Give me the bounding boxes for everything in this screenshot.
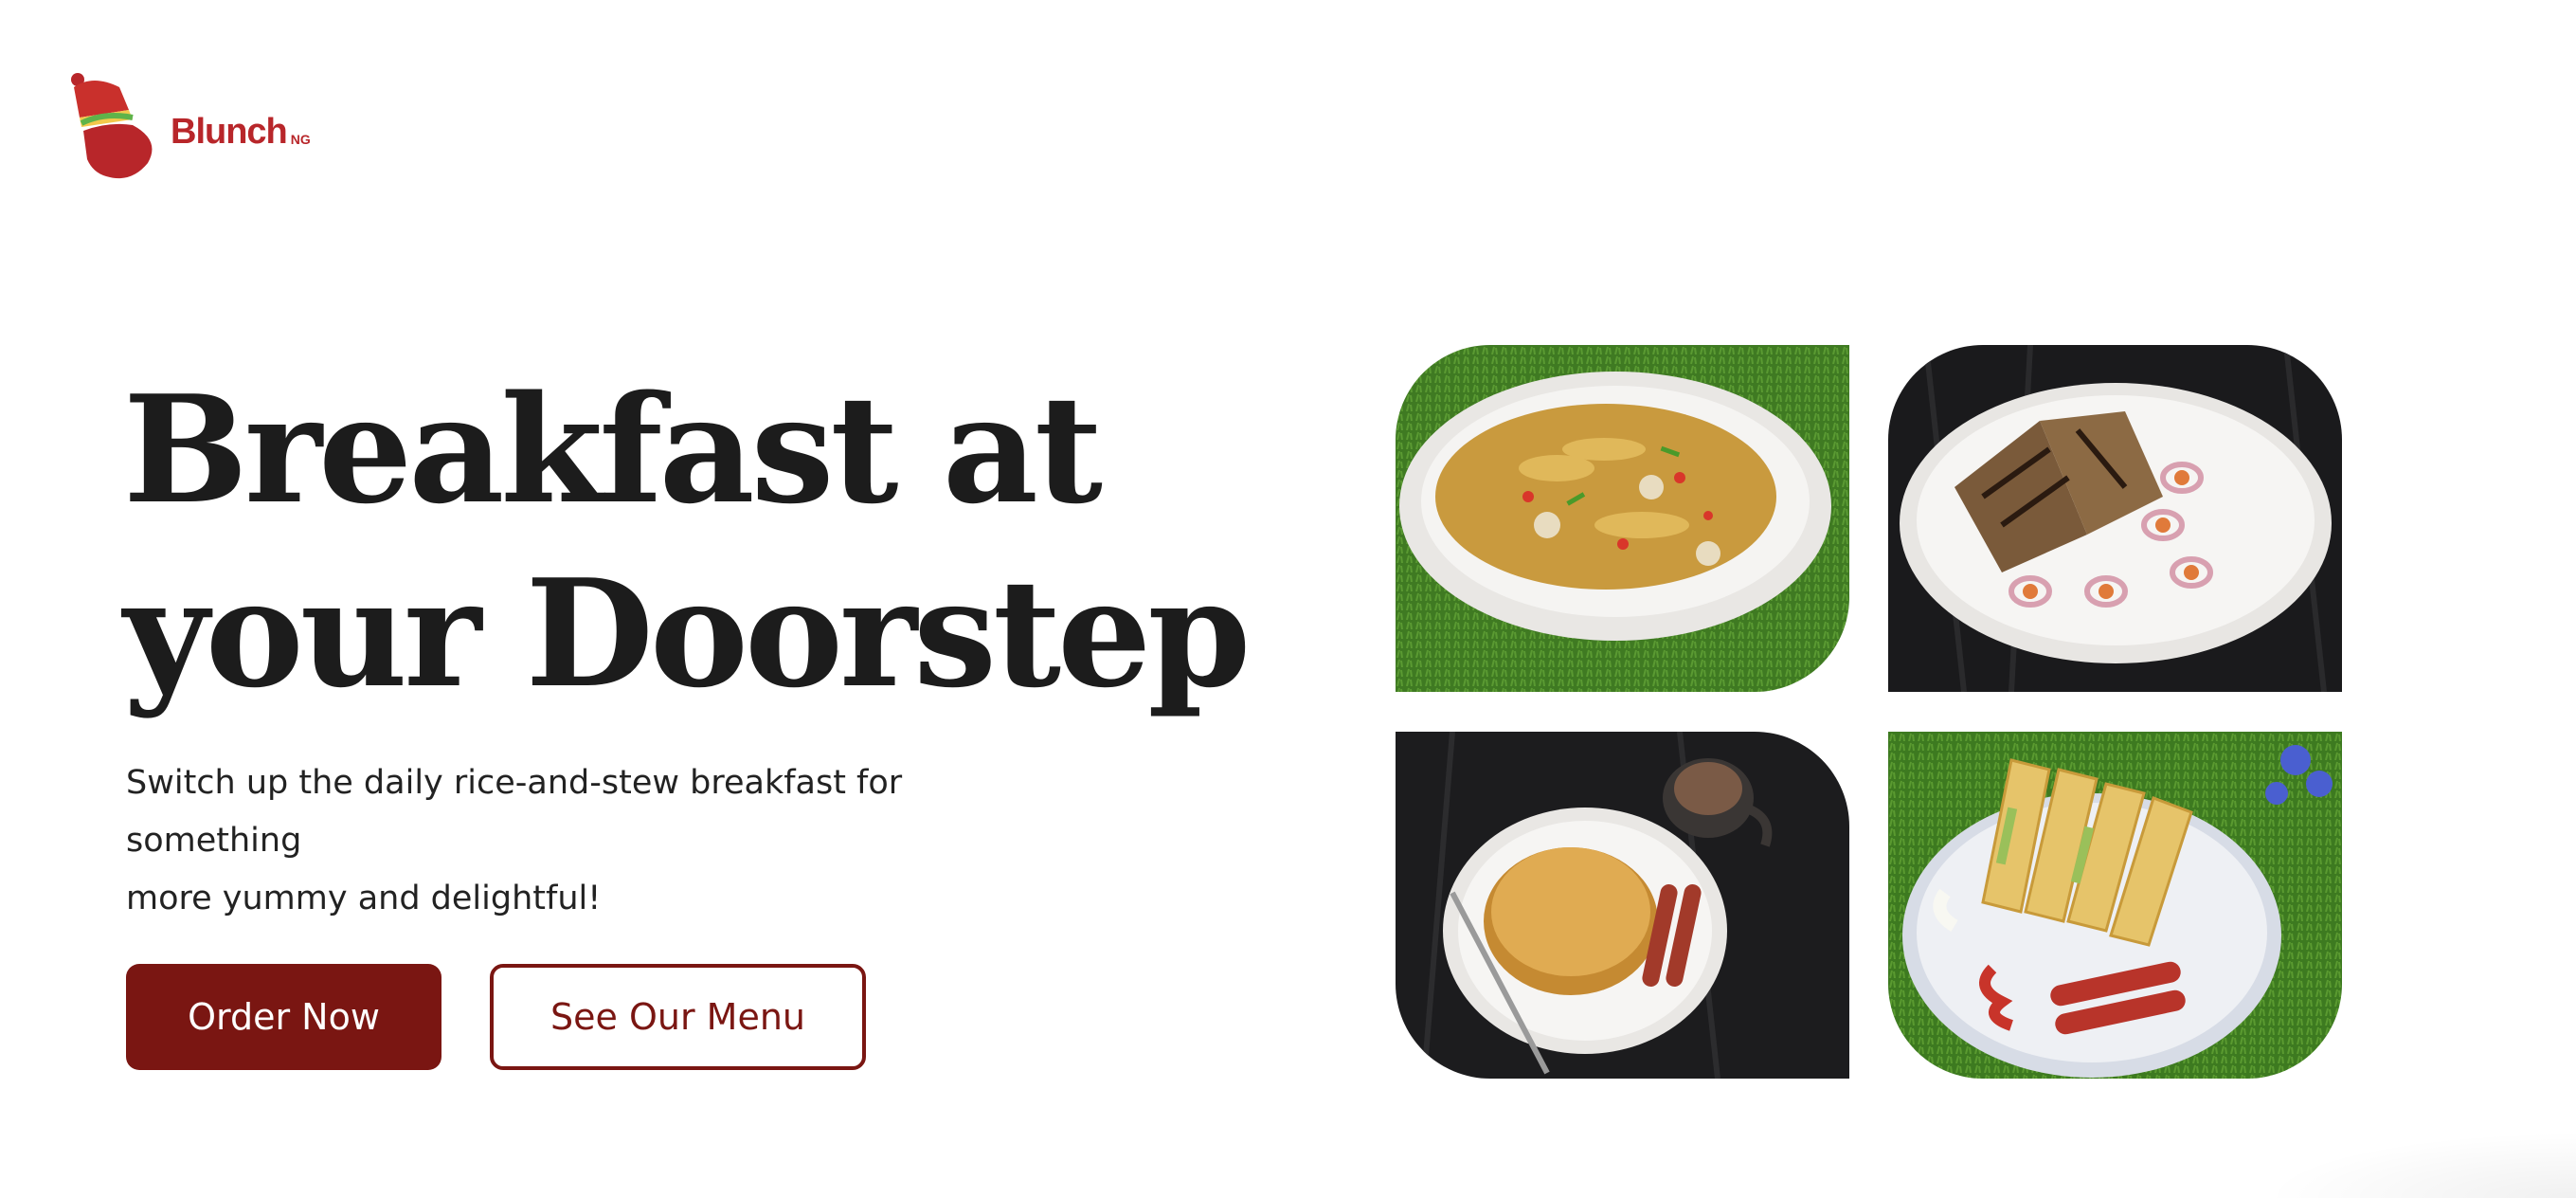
brand-suffix: NG (290, 132, 311, 147)
landing-page: Blunch NG Breakfast at your Doorstep Swi… (0, 0, 2576, 1198)
hero-headline-line-1: Breakfast at (123, 363, 1103, 536)
brand-logo[interactable]: Blunch NG (66, 68, 311, 182)
gallery-item-sandwich (1888, 732, 2342, 1079)
pancakes-plate-image (1396, 732, 1849, 1079)
brand-name: Blunch (171, 111, 288, 152)
wraps-plate-image (1888, 345, 2342, 692)
blunch-logo-icon (71, 73, 153, 179)
gallery-item-pancakes (1396, 732, 1849, 1079)
sandwich-plate-image (1888, 732, 2342, 1079)
hero-subtext: Switch up the daily rice-and-stew breakf… (126, 754, 1083, 928)
hero-headline: Breakfast at your Doorstep (123, 358, 1260, 726)
noodles-plate-image (1396, 345, 1849, 692)
corner-shadow (2263, 1132, 2576, 1198)
gallery-item-noodles (1396, 345, 1849, 692)
hero-subtext-line-1: Switch up the daily rice-and-stew breakf… (126, 764, 903, 860)
see-menu-button[interactable]: See Our Menu (490, 964, 866, 1070)
hero-headline-line-2: your Doorstep (123, 547, 1251, 720)
order-now-button[interactable]: Order Now (126, 964, 441, 1070)
hero-subtext-line-2: more yummy and delightful! (126, 880, 602, 917)
gallery-item-wraps (1888, 345, 2342, 692)
